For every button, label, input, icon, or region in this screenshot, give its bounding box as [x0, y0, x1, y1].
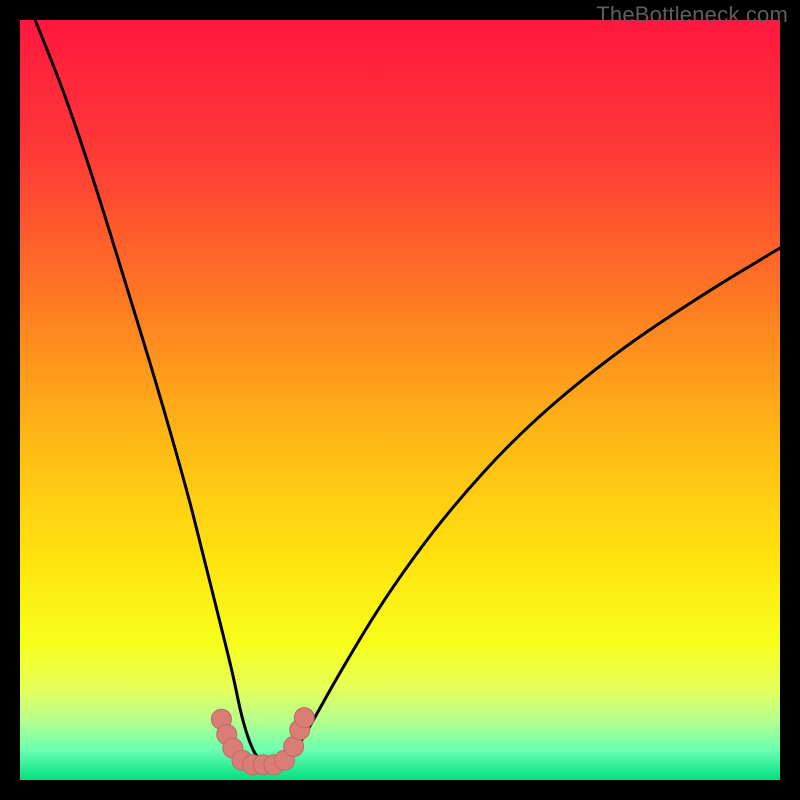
- watermark-text: TheBottleneck.com: [596, 2, 788, 28]
- chart-plot-area: [20, 20, 780, 780]
- chart-marker: [294, 708, 314, 728]
- bottleneck-chart: [20, 20, 780, 780]
- chart-background: [20, 20, 780, 780]
